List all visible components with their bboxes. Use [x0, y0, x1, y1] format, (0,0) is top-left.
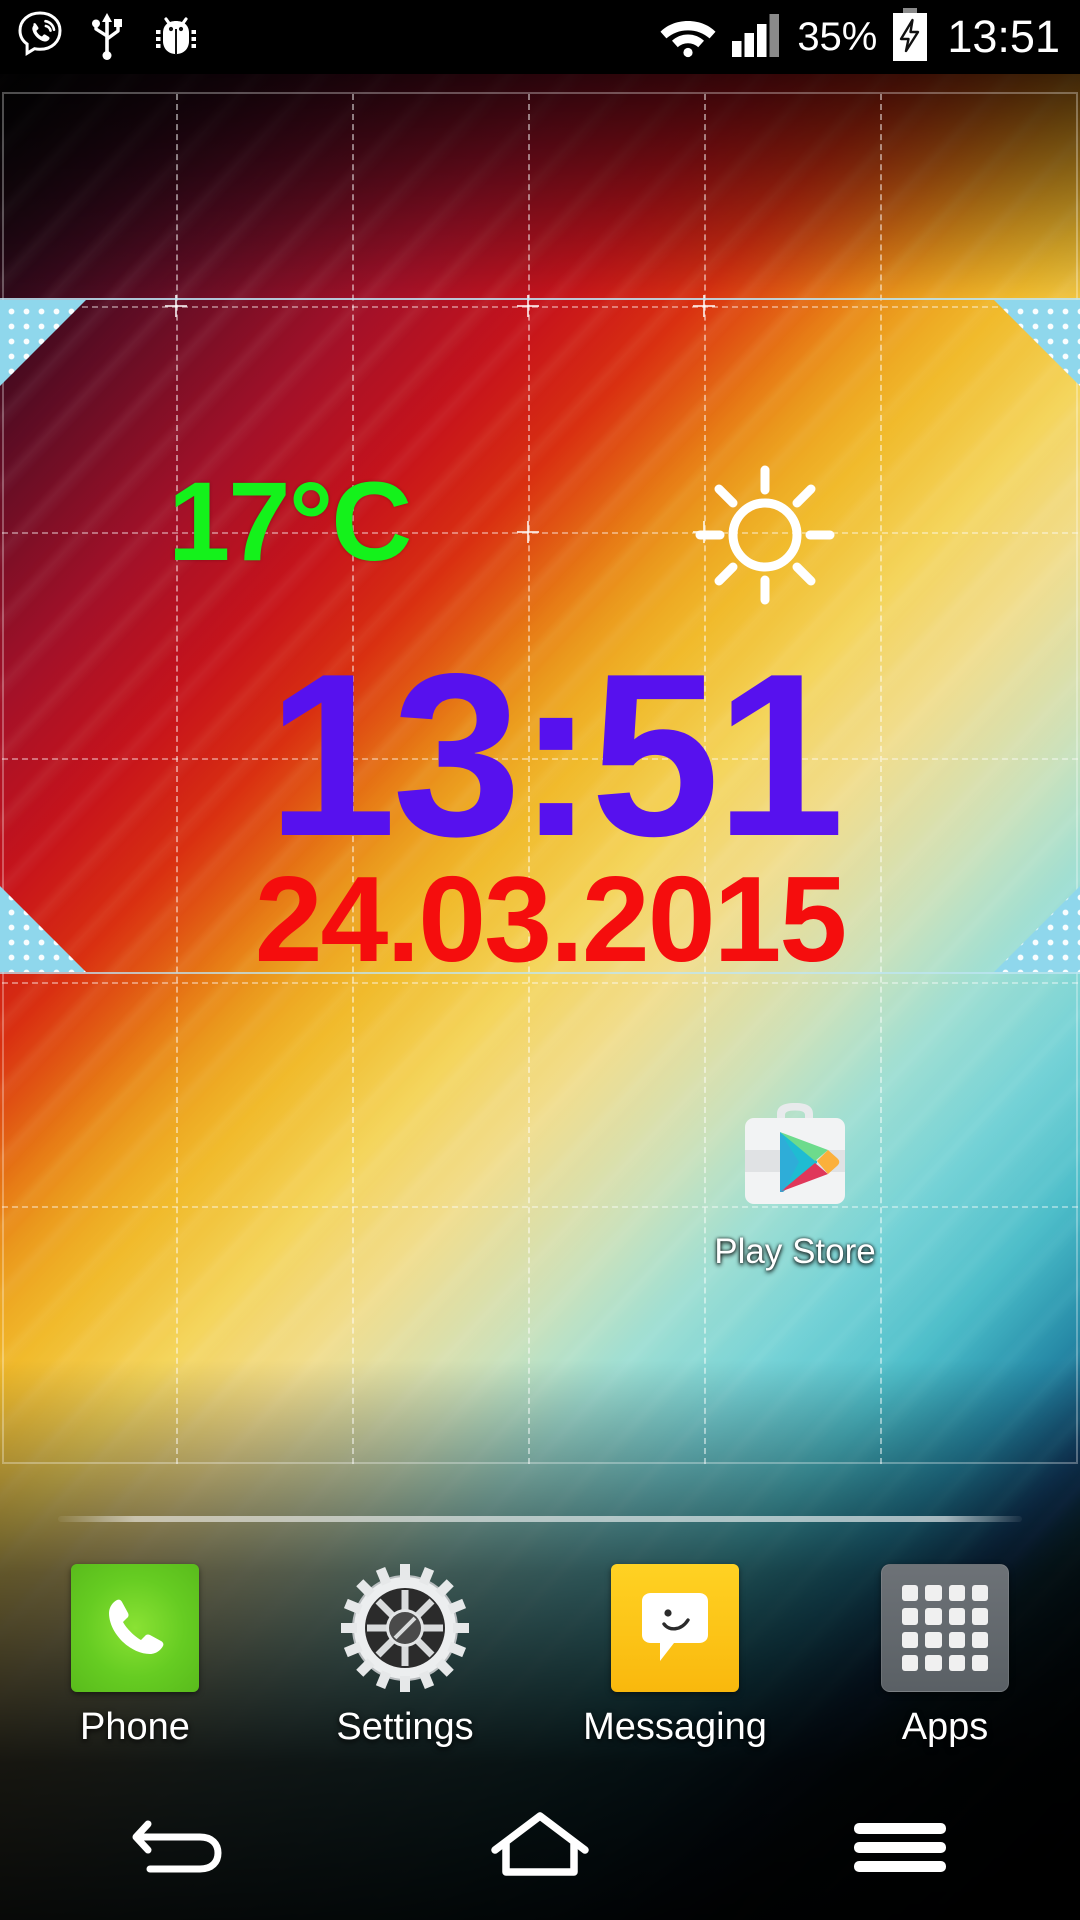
- home-button[interactable]: [360, 1778, 720, 1920]
- dock-label: Apps: [901, 1706, 989, 1748]
- phone-icon: [71, 1564, 199, 1692]
- widget-resize-handle-bottom-right[interactable]: [994, 886, 1080, 972]
- viber-icon: [16, 10, 64, 65]
- widget-resize-handle-top-right[interactable]: [994, 300, 1080, 386]
- page-indicator: [58, 1516, 1022, 1522]
- wifi-icon: [659, 12, 717, 63]
- widget-selection-frame[interactable]: [0, 298, 1080, 974]
- navigation-bar: [0, 1778, 1080, 1920]
- status-bar-clock: 13:51: [947, 11, 1060, 62]
- battery-percent-label: 35%: [797, 14, 878, 59]
- status-bar-right-icons: 35% 13:51: [659, 7, 1080, 67]
- back-icon: [128, 1810, 232, 1889]
- back-button[interactable]: [0, 1778, 360, 1920]
- app-grid-dots: [902, 1585, 988, 1671]
- home-icon: [487, 1810, 593, 1889]
- menu-button[interactable]: [720, 1778, 1080, 1920]
- home-page[interactable]: 17°C 13:51 24.03.2015 Play Store: [0, 74, 1080, 1484]
- shortcut-play-store[interactable]: Play Store: [690, 1084, 900, 1272]
- bug-icon: [150, 9, 202, 66]
- usb-icon: [90, 9, 124, 66]
- android-home-screen: 35% 13:51 17°C 13:51 24.03.2015 Play Sto…: [0, 0, 1080, 1920]
- app-drawer-grid-icon: [881, 1564, 1009, 1692]
- widget-resize-handle-top-left[interactable]: [0, 300, 86, 386]
- cellular-signal-icon: [731, 11, 783, 64]
- shortcut-label: Play Store: [714, 1232, 876, 1271]
- dock-label: Messaging: [583, 1706, 767, 1748]
- dock-item-settings[interactable]: Settings: [270, 1548, 540, 1749]
- battery-charging-icon: [891, 7, 929, 67]
- status-bar[interactable]: 35% 13:51: [0, 0, 1080, 74]
- menu-icon: [850, 1817, 950, 1882]
- widget-resize-handle-bottom-left[interactable]: [0, 886, 86, 972]
- status-bar-left-icons: [0, 9, 202, 66]
- message-bubble-icon: [611, 1564, 739, 1692]
- play-store-icon: [725, 1084, 865, 1224]
- dock-item-phone[interactable]: Phone: [0, 1548, 270, 1749]
- gear-icon: [341, 1564, 469, 1692]
- dock-item-apps[interactable]: Apps: [810, 1548, 1080, 1749]
- dock-label: Settings: [336, 1706, 474, 1748]
- dock: Phone Settings Messaging Apps: [0, 1548, 1080, 1778]
- dock-item-messaging[interactable]: Messaging: [540, 1548, 810, 1749]
- dock-label: Phone: [80, 1706, 190, 1748]
